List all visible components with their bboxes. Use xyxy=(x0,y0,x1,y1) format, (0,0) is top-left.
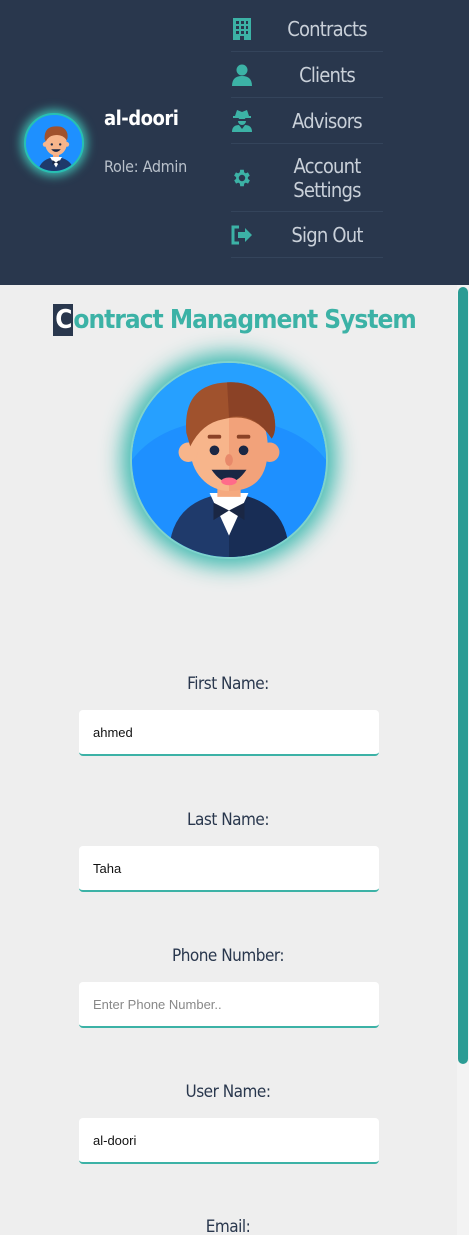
scrollbar-thumb[interactable] xyxy=(458,287,468,1064)
avatar-illustration xyxy=(26,115,82,171)
user-secret-icon xyxy=(231,109,253,132)
nav-label-clients: Clients xyxy=(299,62,356,87)
avatar[interactable] xyxy=(24,113,84,173)
main-nav: Contracts Clients Advisors Account Setti… xyxy=(231,6,383,258)
nav-label-account-settings: Account Settings xyxy=(293,153,361,202)
nav-item-clients[interactable]: Clients xyxy=(231,52,383,98)
phone-number-input[interactable] xyxy=(79,982,379,1028)
nav-label-sign-out: Sign Out xyxy=(291,222,363,247)
top-header: al-doori Role: Admin Contracts Clients A… xyxy=(0,0,469,285)
gear-icon xyxy=(231,167,253,189)
profile-role: Role: Admin xyxy=(104,157,187,176)
nav-item-advisors[interactable]: Advisors xyxy=(231,98,383,144)
profile-illustration xyxy=(132,363,326,557)
profile-name: al-doori xyxy=(104,106,179,130)
nav-item-sign-out[interactable]: Sign Out xyxy=(231,212,383,258)
page-title-initial: C xyxy=(53,304,74,336)
sign-out-icon xyxy=(231,224,253,246)
page-title: Contract Managment System xyxy=(0,304,469,336)
first-name-label: First Name: xyxy=(187,674,269,694)
email-label: Email: xyxy=(205,1217,251,1235)
first-name-input[interactable] xyxy=(79,710,379,756)
building-icon xyxy=(231,17,253,40)
nav-item-account-settings[interactable]: Account Settings xyxy=(231,144,383,212)
last-name-label: Last Name: xyxy=(187,810,269,830)
nav-item-contracts[interactable]: Contracts xyxy=(231,6,383,52)
phone-number-label: Phone Number: xyxy=(171,946,285,966)
profile-picture[interactable] xyxy=(130,361,328,559)
user-name-input[interactable] xyxy=(79,1118,379,1164)
user-icon xyxy=(231,64,253,86)
user-name-label: User Name: xyxy=(185,1082,272,1102)
last-name-input[interactable] xyxy=(79,846,379,892)
nav-label-contracts: Contracts xyxy=(287,16,367,41)
page-title-rest: ontract Managment System xyxy=(73,305,416,335)
nav-label-advisors: Advisors xyxy=(292,108,363,133)
main-content: Contract Managment System First Name: ah… xyxy=(0,285,469,1235)
